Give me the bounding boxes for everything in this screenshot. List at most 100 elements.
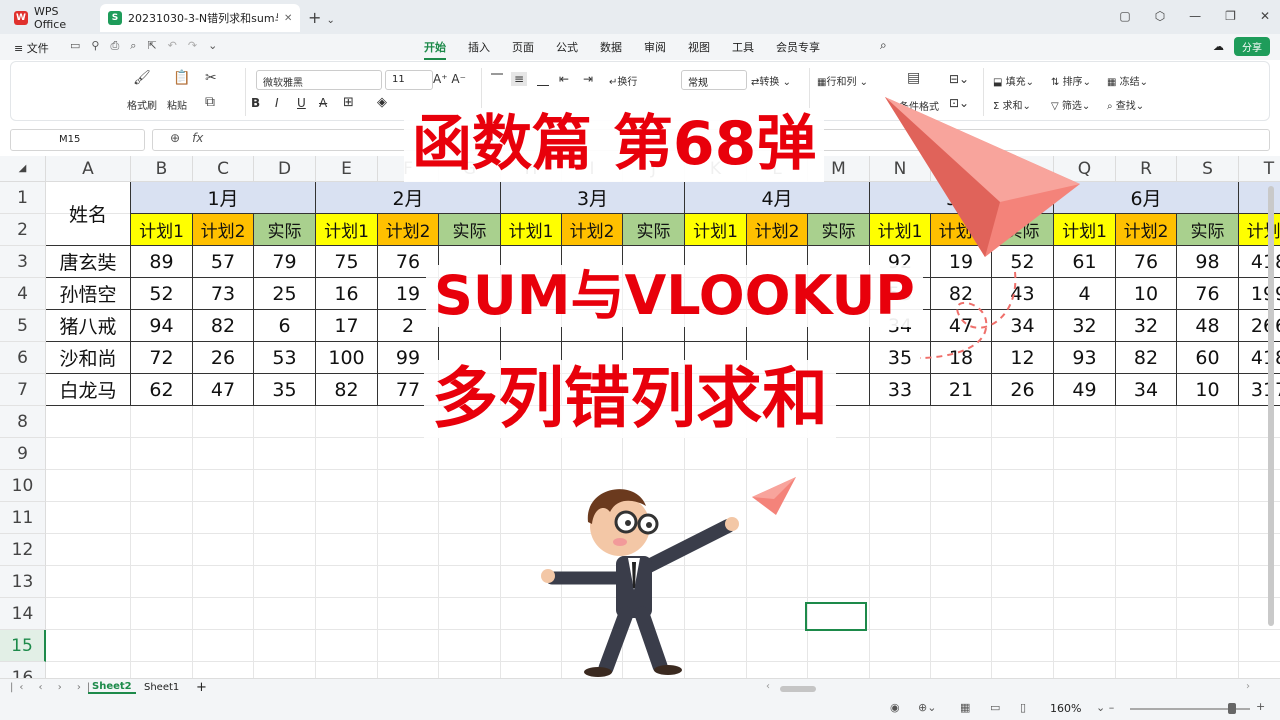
grid-cell[interactable] [623, 438, 685, 470]
grid-cell[interactable] [562, 438, 623, 470]
increase-font-icon[interactable]: A⁺ A⁻ [433, 72, 466, 86]
grid-cell[interactable] [1177, 598, 1239, 630]
tab-data[interactable]: 数据 [600, 39, 622, 60]
close-tab-icon[interactable]: ✕ [284, 13, 292, 24]
grid-cell[interactable] [1239, 630, 1280, 662]
close-button[interactable]: ✕ [1260, 9, 1270, 23]
value-cell[interactable]: 72 [131, 342, 193, 374]
add-sheet-button[interactable]: + [196, 680, 207, 695]
align-bottom-icon[interactable]: ⎽ [537, 72, 549, 87]
value-cell[interactable]: 94 [131, 310, 193, 342]
value-cell[interactable]: 100 [316, 342, 378, 374]
grid-cell[interactable] [501, 438, 562, 470]
grid-cell[interactable] [931, 662, 992, 678]
redo-icon[interactable]: ↷ [188, 39, 197, 53]
grid-cell[interactable] [870, 406, 931, 438]
fill-button[interactable]: ⬓ 填充⌄ [993, 73, 1034, 88]
share-link-icon[interactable]: ⚲ [91, 39, 99, 53]
grid-cell[interactable] [46, 502, 131, 534]
grid-cell[interactable] [870, 630, 931, 662]
name-cell[interactable]: 沙和尚 [46, 342, 131, 374]
row-header[interactable]: 10 [0, 470, 46, 502]
tab-page[interactable]: 页面 [512, 39, 534, 60]
zoom-in-icon[interactable]: + [1256, 700, 1265, 713]
sub-header-cell[interactable]: 实际 [623, 214, 685, 246]
sheet-tab-sheet2[interactable]: Sheet2 [88, 681, 136, 694]
sub-header-cell[interactable]: 计划2 [747, 214, 808, 246]
cloud-icon[interactable]: ☁ [1213, 40, 1224, 53]
table-style-icon[interactable]: ▤ [907, 70, 920, 86]
grid-cell[interactable] [1116, 534, 1177, 566]
name-cell[interactable]: 猪八戒 [46, 310, 131, 342]
column-header[interactable]: D [254, 156, 316, 182]
value-cell[interactable]: 57 [193, 246, 254, 278]
column-header[interactable]: A [46, 156, 131, 182]
cut-icon[interactable]: ✂ [205, 70, 217, 86]
tab-home[interactable]: 开始 [424, 39, 446, 60]
grid-cell[interactable] [316, 406, 378, 438]
cube-icon[interactable]: ⬡ [1155, 9, 1165, 23]
format-painter-icon[interactable]: 🖌 [133, 70, 151, 86]
grid-cell[interactable] [992, 438, 1054, 470]
chevron-down-icon[interactable]: ⌄ [327, 15, 335, 26]
value-cell[interactable]: 47 [193, 374, 254, 406]
grid-cell[interactable] [131, 566, 193, 598]
grid-cell[interactable] [931, 406, 992, 438]
grid-cell[interactable] [1177, 566, 1239, 598]
sub-header-cell[interactable]: 计划1 [131, 214, 193, 246]
export-icon[interactable]: ⇱ [147, 39, 156, 53]
grid-cell[interactable] [131, 438, 193, 470]
grid-cell[interactable] [131, 406, 193, 438]
focus-mode-icon[interactable]: ⊕⌄ [918, 701, 936, 714]
grid-cell[interactable] [1116, 630, 1177, 662]
grid-cell[interactable] [378, 534, 439, 566]
row-header[interactable]: 4 [0, 278, 46, 310]
number-format-select[interactable]: 常规 [681, 70, 747, 90]
value-cell[interactable]: 33 [870, 374, 931, 406]
grid-cell[interactable] [378, 630, 439, 662]
undo-icon[interactable]: ↶ [168, 39, 177, 53]
select-all-corner[interactable]: ◢ [0, 156, 46, 182]
scroll-left-icon[interactable]: ‹ [766, 681, 770, 692]
grid-cell[interactable] [992, 470, 1054, 502]
format-painter-button[interactable]: 格式刷 [127, 97, 157, 112]
value-cell[interactable]: 6 [254, 310, 316, 342]
search-icon[interactable]: ⌕ [880, 38, 887, 53]
value-cell[interactable]: 82 [1116, 342, 1177, 374]
row-header[interactable]: 12 [0, 534, 46, 566]
value-cell[interactable]: 32 [1054, 310, 1116, 342]
grid-cell[interactable] [254, 406, 316, 438]
grid-cell[interactable] [992, 406, 1054, 438]
grid-cell[interactable] [316, 438, 378, 470]
grid-cell[interactable] [193, 662, 254, 678]
grid-cell[interactable] [1116, 598, 1177, 630]
grid-cell[interactable] [1054, 406, 1116, 438]
file-menu[interactable]: ≡ 文件 [14, 40, 49, 56]
align-top-icon[interactable]: ⎺ [491, 72, 503, 87]
tab-view[interactable]: 视图 [688, 39, 710, 60]
document-tab[interactable]: S 20231030-3-N错列求和sum与Vl ✕ [100, 4, 300, 32]
grid-cell[interactable] [1054, 630, 1116, 662]
value-cell[interactable]: 73 [193, 278, 254, 310]
sub-header-cell[interactable]: 实际 [808, 214, 870, 246]
grid-cell[interactable] [1177, 438, 1239, 470]
sub-header-cell[interactable]: 计划2 [193, 214, 254, 246]
value-cell[interactable]: 25 [254, 278, 316, 310]
grid-cell[interactable] [46, 630, 131, 662]
zoom-dropdown-icon[interactable]: ⌄ – [1096, 701, 1114, 714]
borders-icon[interactable]: ⊞ [343, 95, 354, 110]
grid-cell[interactable] [808, 566, 870, 598]
bold-icon[interactable]: B [251, 96, 260, 110]
value-cell[interactable]: 10 [1177, 374, 1239, 406]
grid-cell[interactable] [1177, 662, 1239, 678]
grid-cell[interactable] [439, 662, 501, 678]
value-cell[interactable]: 4 [1054, 278, 1116, 310]
row-header[interactable]: 14 [0, 598, 46, 630]
sheet-tab-sheet1[interactable]: Sheet1 [144, 682, 179, 693]
row-header[interactable]: 7 [0, 374, 46, 406]
grid-cell[interactable] [316, 534, 378, 566]
grid-cell[interactable] [193, 406, 254, 438]
grid-cell[interactable] [316, 630, 378, 662]
grid-cell[interactable] [439, 598, 501, 630]
grid-cell[interactable] [46, 406, 131, 438]
